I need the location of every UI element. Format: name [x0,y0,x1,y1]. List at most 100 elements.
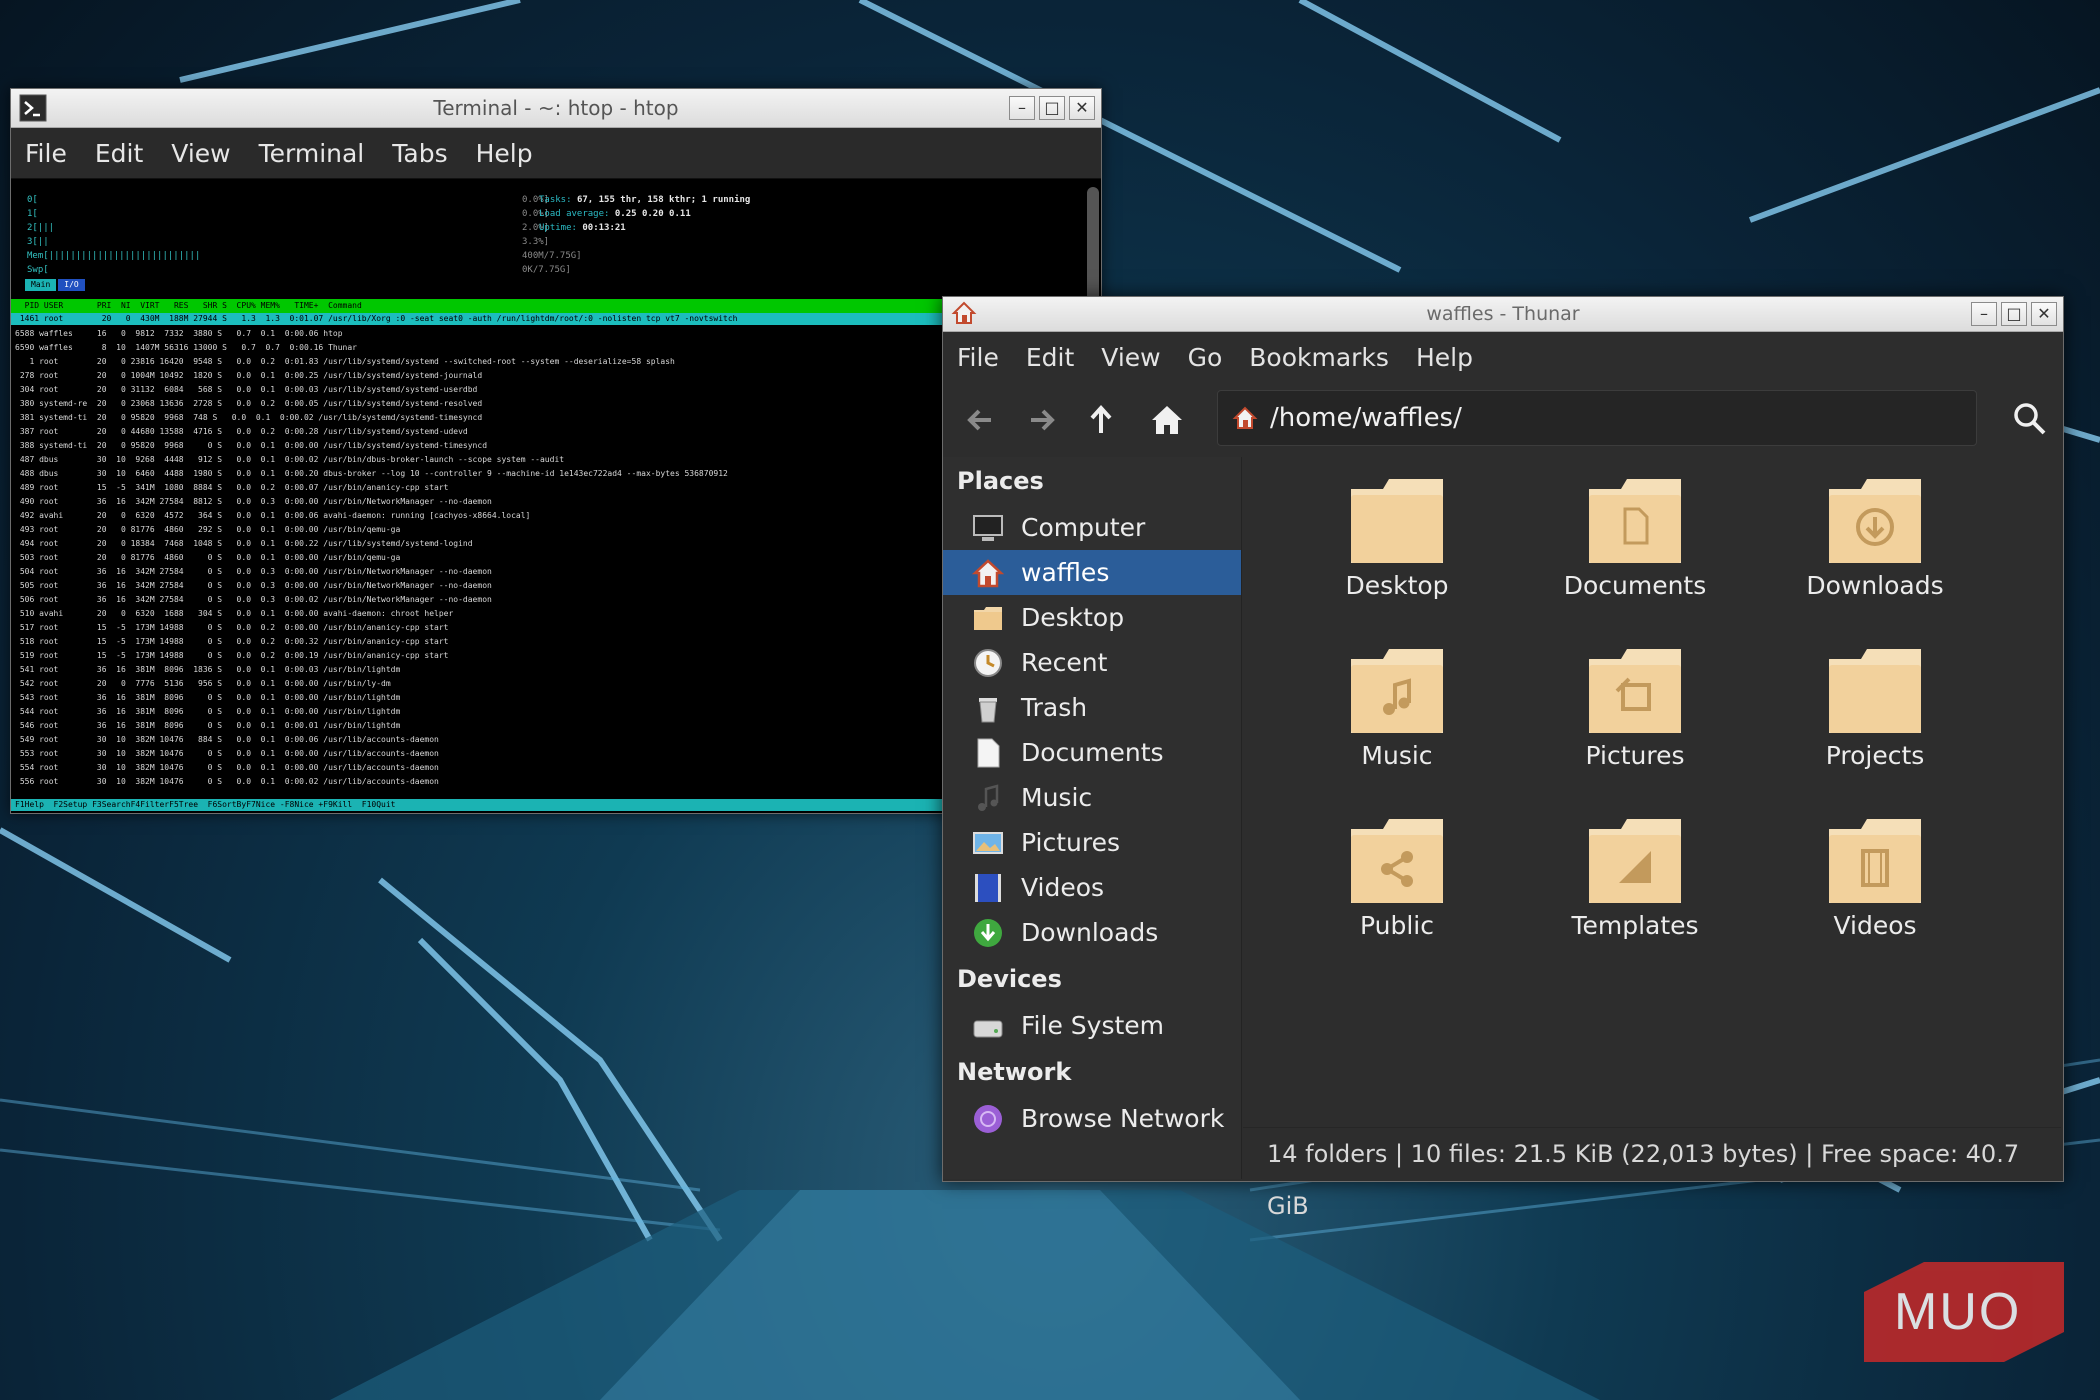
process-row[interactable]: 505 root 36 16 342M 27584 0 S 0.0 0.3 0:… [15,579,1095,593]
forward-arrow-icon[interactable] [1021,400,1061,440]
music-folder-icon [1351,649,1443,733]
process-header[interactable]: PID USER PRI NI VIRT RES SHR S CPU% MEM%… [11,299,1101,313]
tab-main[interactable]: Main [25,279,57,291]
process-row[interactable]: 493 root 20 0 81776 4860 292 S 0.0 0.1 0… [15,523,1095,537]
process-row[interactable]: 504 root 36 16 342M 27584 0 S 0.0 0.3 0:… [15,565,1095,579]
folder-projects[interactable]: Projects [1765,645,1985,770]
menu-help[interactable]: Help [1416,343,1473,372]
sidebar-item-desktop[interactable]: Desktop [943,595,1241,640]
process-row[interactable]: 503 root 20 0 81776 4860 0 S 0.0 0.1 0:0… [15,551,1095,565]
folder-music[interactable]: Music [1287,645,1507,770]
close-button[interactable]: ✕ [1069,96,1095,120]
sidebar-item-label: waffles [1021,558,1110,587]
devices-heading: Devices [957,965,1062,993]
process-row[interactable]: 541 root 36 16 381M 8096 1836 S 0.0 0.1 … [15,663,1095,677]
cpu-meter-0: 0[0.0%] [27,195,550,205]
menu-terminal[interactable]: Terminal [259,139,365,168]
home-icon[interactable] [1147,400,1187,440]
menu-file[interactable]: File [25,139,67,168]
process-row[interactable]: 542 root 20 0 7776 5136 956 S 0.0 0.1 0:… [15,677,1095,691]
minimize-button[interactable]: – [1009,96,1035,120]
process-row[interactable]: 546 root 36 16 381M 8096 0 S 0.0 0.1 0:0… [15,719,1095,733]
process-row[interactable]: 381 systemd-ti 20 0 95820 9968 748 S 0.0… [15,411,1095,425]
terminal-scrollbar[interactable] [1087,187,1099,307]
menu-tabs[interactable]: Tabs [392,139,447,168]
sidebar-item-file-system[interactable]: File System [943,1003,1241,1048]
process-row[interactable]: 494 root 20 0 18384 7468 1048 S 0.0 0.1 … [15,537,1095,551]
back-arrow-icon[interactable] [961,400,1001,440]
folder-pictures[interactable]: Pictures [1525,645,1745,770]
process-row[interactable]: 556 root 30 10 382M 10476 0 S 0.0 0.1 0:… [15,775,1095,789]
process-row[interactable]: 380 systemd-re 20 0 23068 13636 2728 S 0… [15,397,1095,411]
maximize-button[interactable]: □ [2001,302,2027,326]
terminal-titlebar[interactable]: Terminal - ~: htop - htop – □ ✕ [11,89,1101,128]
location-bar[interactable]: /home/waffles/ [1217,390,1977,446]
process-row-selected[interactable]: 1461 root 20 0 430M 188M 27944 S 1.3 1.3… [11,313,1101,325]
templates-folder-icon [1589,819,1681,903]
menu-view[interactable]: View [1101,343,1160,372]
menu-bookmarks[interactable]: Bookmarks [1249,343,1389,372]
htop-tabs: Main I/O [25,279,85,291]
sidebar-item-recent[interactable]: Recent [943,640,1241,685]
process-row[interactable]: 510 avahi 20 0 6320 1688 304 S 0.0 0.1 0… [15,607,1095,621]
sidebar-item-music[interactable]: Music [943,775,1241,820]
menu-go[interactable]: Go [1188,343,1223,372]
process-row[interactable]: 553 root 30 10 382M 10476 0 S 0.0 0.1 0:… [15,747,1095,761]
folder-public[interactable]: Public [1287,815,1507,940]
process-row[interactable]: 487 dbus 30 10 9268 4448 912 S 0.0 0.1 0… [15,453,1095,467]
sidebar-item-downloads[interactable]: Downloads [943,910,1241,955]
process-row[interactable]: 388 systemd-ti 20 0 95820 9968 0 S 0.0 0… [15,439,1095,453]
menu-help[interactable]: Help [476,139,533,168]
process-row[interactable]: 517 root 15 -5 173M 14988 0 S 0.0 0.2 0:… [15,621,1095,635]
sidebar-item-documents[interactable]: Documents [943,730,1241,775]
thunar-titlebar[interactable]: waffles - Thunar – □ ✕ [943,297,2063,332]
process-row[interactable]: 489 root 15 -5 341M 1080 8884 S 0.0 0.2 … [15,481,1095,495]
home-icon [971,558,1005,587]
up-arrow-icon[interactable] [1081,400,1121,440]
htop-function-keys[interactable]: F1Help F2Setup F3SearchF4FilterF5Tree F6… [11,799,1101,811]
folder-templates[interactable]: Templates [1525,815,1745,940]
process-row[interactable]: 519 root 15 -5 173M 14988 0 S 0.0 0.2 0:… [15,649,1095,663]
downloads-icon [974,918,1002,947]
process-row[interactable]: 278 root 20 0 1004M 10492 1820 S 0.0 0.1… [15,369,1095,383]
process-row[interactable]: 6588 waffles 16 0 9812 7332 3880 S 0.7 0… [15,327,1095,341]
process-row[interactable]: 492 avahi 20 0 6320 4572 364 S 0.0 0.1 0… [15,509,1095,523]
sidebar-item-browse-network[interactable]: Browse Network [943,1096,1241,1141]
sidebar-item-waffles[interactable]: waffles [943,550,1241,595]
sidebar-item-label: Trash [1021,693,1088,722]
process-row[interactable]: 544 root 36 16 381M 8096 0 S 0.0 0.1 0:0… [15,705,1095,719]
menu-file[interactable]: File [957,343,999,372]
sidebar-item-trash[interactable]: Trash [943,685,1241,730]
folder-desktop[interactable]: Desktop [1287,475,1507,600]
process-row[interactable]: 6590 waffles 8 10 1407M 56316 13000 S 0.… [15,341,1095,355]
process-row[interactable]: 1 root 20 0 23816 16420 9548 S 0.0 0.2 0… [15,355,1095,369]
search-icon[interactable] [2011,400,2049,438]
network-icon [974,1104,1002,1133]
process-row[interactable]: 549 root 30 10 382M 10476 884 S 0.0 0.1 … [15,733,1095,747]
htop-screen[interactable]: 0[0.0%] 1[0.0%] 2[||| 2.0%] 3[|| 3.3%] Mem… [11,179,1101,813]
folder-videos[interactable]: Videos [1765,815,1985,940]
sidebar-item-label: Pictures [1021,828,1120,857]
process-row[interactable]: 490 root 36 16 342M 27584 8812 S 0.0 0.3… [15,495,1095,509]
close-button[interactable]: ✕ [2031,302,2057,326]
process-row[interactable]: 304 root 20 0 31132 6084 568 S 0.0 0.1 0… [15,383,1095,397]
sidebar-item-pictures[interactable]: Pictures [943,820,1241,865]
folder-label: Desktop [1345,571,1449,600]
menu-edit[interactable]: Edit [95,139,143,168]
tab-io[interactable]: I/O [58,279,85,291]
terminal-window: Terminal - ~: htop - htop – □ ✕ File Edi… [10,88,1102,814]
process-row[interactable]: 543 root 36 16 381M 8096 0 S 0.0 0.1 0:0… [15,691,1095,705]
folder-downloads[interactable]: Downloads [1765,475,1985,600]
sidebar-item-videos[interactable]: Videos [943,865,1241,910]
sidebar-item-computer[interactable]: Computer [943,505,1241,550]
process-row[interactable]: 506 root 36 16 342M 27584 0 S 0.0 0.3 0:… [15,593,1095,607]
maximize-button[interactable]: □ [1039,96,1065,120]
process-row[interactable]: 488 dbus 30 10 6460 4488 1980 S 0.0 0.1 … [15,467,1095,481]
process-row[interactable]: 554 root 30 10 382M 10476 0 S 0.0 0.1 0:… [15,761,1095,775]
process-row[interactable]: 387 root 20 0 44680 13588 4716 S 0.0 0.2… [15,425,1095,439]
process-row[interactable]: 518 root 15 -5 173M 14988 0 S 0.0 0.2 0:… [15,635,1095,649]
menu-edit[interactable]: Edit [1026,343,1074,372]
minimize-button[interactable]: – [1971,302,1997,326]
menu-view[interactable]: View [171,139,230,168]
folder-documents[interactable]: Documents [1525,475,1745,600]
